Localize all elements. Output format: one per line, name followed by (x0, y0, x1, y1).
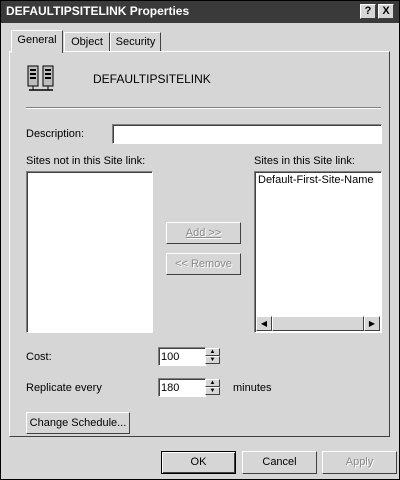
sites-in-list[interactable]: Default-First-Site-Name ◀ ▶ (254, 171, 382, 333)
cost-down-icon[interactable]: ▼ (205, 356, 220, 364)
divider (26, 107, 381, 109)
description-field[interactable] (112, 124, 382, 144)
cost-spinner[interactable]: ▲ ▼ (205, 348, 220, 364)
general-tab-panel: DEFAULTIPSITELINK Description: Sites not… (9, 51, 390, 437)
change-schedule-label: Change Schedule... (29, 417, 127, 429)
scroll-left-icon[interactable]: ◀ (256, 316, 272, 331)
cancel-label: Cancel (262, 456, 297, 468)
tab-object[interactable]: Object (64, 32, 110, 51)
sites-not-in-list[interactable] (26, 171, 153, 333)
help-button[interactable]: ? (360, 4, 376, 19)
site-link-icon (27, 65, 54, 91)
apply-button[interactable]: Apply (322, 451, 397, 474)
window-title: DEFAULTIPSITELINK Properties (6, 4, 190, 18)
ok-label: OK (190, 456, 207, 468)
horizontal-scrollbar[interactable]: ◀ ▶ (256, 316, 380, 331)
sites-not-in-label: Sites not in this Site link: (26, 155, 146, 167)
cancel-button[interactable]: Cancel (242, 451, 317, 474)
properties-dialog: DEFAULTIPSITELINK Properties ? X General… (0, 0, 400, 480)
scrollbar-thumb[interactable] (272, 316, 364, 331)
title-bar[interactable]: DEFAULTIPSITELINK Properties ? X (1, 1, 399, 23)
replicate-label: Replicate every (26, 382, 102, 394)
remove-button[interactable]: << Remove (166, 253, 241, 275)
scroll-right-icon[interactable]: ▶ (364, 316, 380, 331)
add-button-label: Add >> (185, 227, 222, 239)
change-schedule-button[interactable]: Change Schedule... (26, 412, 130, 434)
tab-general[interactable]: General (11, 30, 63, 53)
apply-label: Apply (345, 456, 374, 468)
close-button[interactable]: X (378, 4, 394, 19)
cost-field[interactable] (158, 347, 206, 366)
add-button[interactable]: Add >> (166, 222, 241, 244)
replicate-up-icon[interactable]: ▲ (205, 379, 220, 387)
sites-in-label: Sites in this Site link: (254, 155, 355, 167)
description-label: Description: (26, 128, 85, 140)
remove-button-label: << Remove (175, 258, 232, 270)
object-name: DEFAULTIPSITELINK (93, 72, 211, 86)
cost-label: Cost: (26, 351, 52, 363)
replicate-down-icon[interactable]: ▼ (205, 387, 220, 395)
replicate-unit: minutes (233, 382, 272, 394)
replicate-field[interactable] (158, 378, 206, 397)
list-item[interactable]: Default-First-Site-Name (258, 174, 374, 186)
cost-up-icon[interactable]: ▲ (205, 348, 220, 356)
ok-button[interactable]: OK (161, 451, 236, 474)
tab-security[interactable]: Security (110, 32, 161, 51)
replicate-spinner[interactable]: ▲ ▼ (205, 379, 220, 395)
